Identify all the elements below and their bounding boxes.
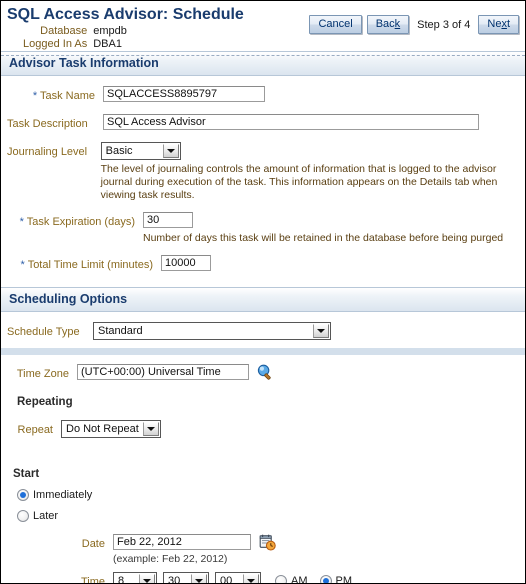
start-time-second-select[interactable]: 00 xyxy=(215,572,261,584)
radio-icon-am[interactable] xyxy=(275,575,287,583)
start-option-later[interactable]: Later xyxy=(17,509,58,523)
repeat-value: Do Not Repeat xyxy=(66,423,139,435)
scheduling-band-divider xyxy=(1,348,525,355)
back-button-accesskey: k xyxy=(394,18,401,30)
calendar-clock-icon[interactable] xyxy=(259,534,276,551)
step-indicator: Step 3 of 4 xyxy=(417,18,471,31)
chevron-down-icon[interactable] xyxy=(139,574,155,583)
identity-row-logged-in-as: Logged In As DBA1 xyxy=(23,38,127,51)
meridiem-option-am[interactable]: AM xyxy=(275,574,308,584)
logged-in-as-value: DBA1 xyxy=(93,38,122,50)
section-title: Scheduling Options xyxy=(9,292,128,306)
start-heading: Start xyxy=(13,468,40,480)
identity-table: Database empdb Logged In As DBA1 xyxy=(23,25,127,51)
required-marker: * xyxy=(32,90,38,102)
logged-in-as-label: Logged In As xyxy=(23,38,88,50)
time-zone-input[interactable] xyxy=(77,364,249,380)
chevron-down-icon[interactable] xyxy=(191,574,207,583)
task-expiration-label: * Task Expiration (days) xyxy=(7,212,135,230)
repeat-row: Repeat Do Not Repeat xyxy=(7,420,519,438)
task-expiration-label-text: Task Expiration (days) xyxy=(26,216,135,228)
repeat-label: Repeat xyxy=(17,424,53,436)
radio-icon-pm[interactable] xyxy=(319,575,332,583)
header-divider xyxy=(1,55,525,56)
repeat-select[interactable]: Do Not Repeat xyxy=(61,420,161,438)
time-zone-label: Time Zone xyxy=(16,368,69,380)
meridiem-am-label: AM xyxy=(291,575,308,584)
start-date-label: Date xyxy=(81,538,105,550)
required-marker: * xyxy=(19,216,24,228)
journaling-level-value: Basic xyxy=(105,145,133,157)
chevron-down-icon[interactable] xyxy=(313,324,329,338)
task-description-row: Task Description xyxy=(7,114,519,132)
task-expiration-hint: Number of days this task will be retaine… xyxy=(143,232,504,244)
journaling-level-select[interactable]: Basic xyxy=(100,142,181,160)
task-description-label: Task Description xyxy=(7,118,88,130)
start-time-label: Time xyxy=(80,576,105,584)
schedule-type-value: Standard xyxy=(98,325,143,337)
page-header: SQL Access Advisor: Schedule Database em… xyxy=(1,1,525,56)
cancel-button[interactable]: Cancel xyxy=(309,15,362,34)
sql-access-advisor-schedule-page: SQL Access Advisor: Schedule Database em… xyxy=(0,0,526,584)
start-time-minute-value: 30 xyxy=(168,575,181,584)
task-name-input[interactable] xyxy=(103,86,265,102)
database-label: Database xyxy=(40,25,88,37)
section-title: Advisor Task Information xyxy=(9,56,159,70)
identity-row-database: Database empdb xyxy=(23,25,127,38)
start-time-hour-select[interactable]: 8 xyxy=(113,572,157,584)
chevron-down-icon[interactable] xyxy=(162,144,179,158)
start-option-later-label: Later xyxy=(33,510,59,522)
next-button[interactable]: Next xyxy=(478,15,519,34)
journaling-level-label: Journaling Level xyxy=(7,146,88,158)
task-expiration-row: * Task Expiration (days) Number of days … xyxy=(7,212,519,245)
radio-icon-later[interactable] xyxy=(17,510,29,522)
section-header-scheduling-options: Scheduling Options xyxy=(1,287,525,312)
journaling-level-hint: The level of journaling controls the amo… xyxy=(100,163,498,201)
schedule-type-label: Schedule Type xyxy=(7,326,80,338)
start-time-hour-value: 8 xyxy=(118,575,125,584)
task-description-input[interactable] xyxy=(103,114,479,130)
start-time-second-value: 00 xyxy=(220,575,233,584)
task-expiration-input[interactable] xyxy=(143,212,193,228)
database-value: empdb xyxy=(93,25,127,37)
start-option-immediately[interactable]: Immediately xyxy=(17,488,92,502)
task-name-label-text: Task Name xyxy=(39,90,95,102)
chevron-down-icon[interactable] xyxy=(143,422,159,436)
journaling-level-row: Journaling Level Basic The level of jour… xyxy=(7,142,519,202)
radio-icon-immediately[interactable] xyxy=(17,489,29,501)
advisor-task-information-form: * Task Name Task Description Journaling … xyxy=(1,86,525,273)
schedule-type-row: Schedule Type Standard xyxy=(7,322,519,340)
search-flashlight-icon[interactable] xyxy=(257,364,274,381)
total-time-limit-label: * Total Time Limit (minutes) xyxy=(7,255,153,273)
meridiem-pm-label: PM xyxy=(335,575,353,584)
total-time-limit-input[interactable] xyxy=(161,255,211,271)
next-button-label: Ne xyxy=(487,18,502,30)
start-time-minute-select[interactable]: 30 xyxy=(163,572,209,584)
task-name-label: * Task Name xyxy=(7,86,95,104)
time-zone-area: Time Zone Repeating Repeat Do Not Repeat… xyxy=(1,364,525,584)
start-date-input[interactable] xyxy=(113,534,251,550)
repeating-heading: Repeating xyxy=(17,396,73,408)
meridiem-option-pm[interactable]: PM xyxy=(319,574,353,584)
start-date-row: Date (example: Feb 22, 2012) xyxy=(7,534,519,565)
task-name-row: * Task Name xyxy=(7,86,519,104)
back-button[interactable]: Back xyxy=(366,15,410,34)
back-button-label: Bac xyxy=(375,18,395,30)
next-button-label-suffix: t xyxy=(506,18,510,30)
start-option-immediately-label: Immediately xyxy=(33,489,93,501)
time-zone-row: Time Zone xyxy=(7,364,519,382)
scheduling-options-form: Schedule Type Standard xyxy=(1,322,525,340)
total-time-limit-label-text: Total Time Limit (minutes) xyxy=(27,259,153,271)
total-time-limit-row: * Total Time Limit (minutes) xyxy=(7,255,519,273)
start-date-example: (example: Feb 22, 2012) xyxy=(113,553,228,565)
start-time-row: Time 8 30 00 AM PM xyxy=(7,572,519,584)
schedule-type-select[interactable]: Standard xyxy=(93,322,331,340)
required-marker: * xyxy=(20,259,25,271)
header-action-buttons: Cancel Back Step 3 of 4 Next xyxy=(309,15,519,34)
chevron-down-icon[interactable] xyxy=(243,574,259,583)
